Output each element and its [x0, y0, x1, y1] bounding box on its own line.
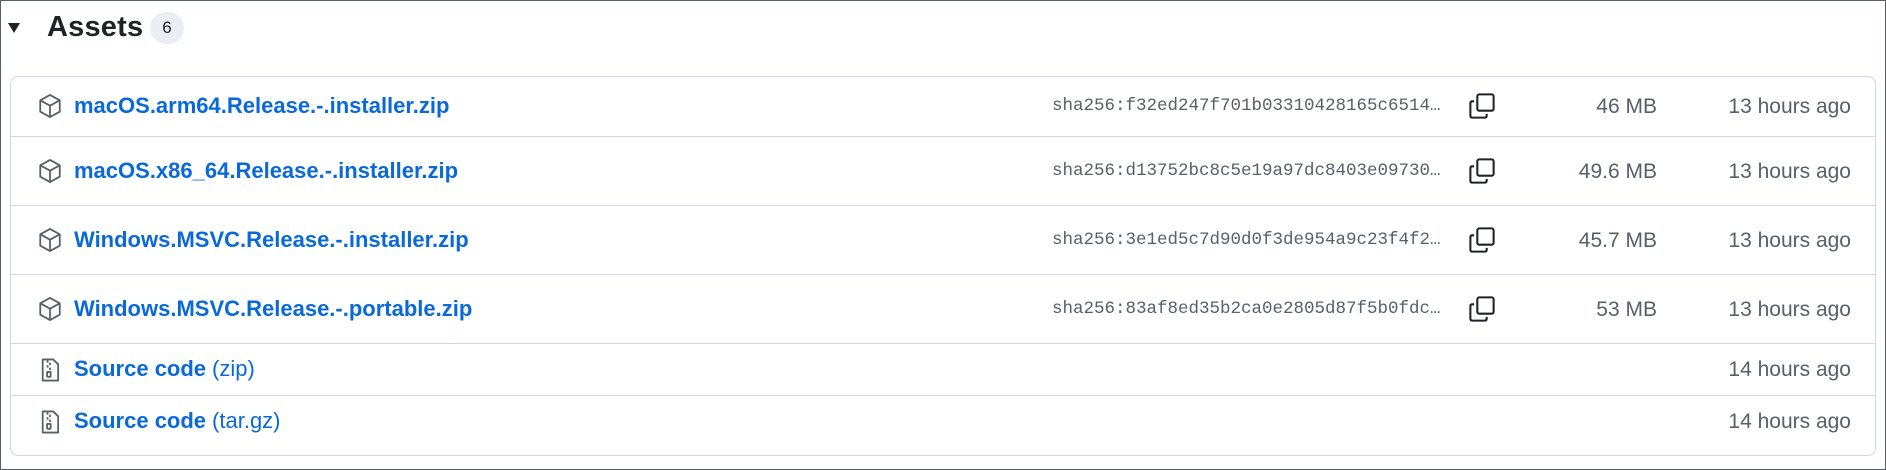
asset-download-link[interactable]: Windows.MSVC.Release.-.installer.zip — [74, 227, 469, 253]
assets-panel: Assets 6 macOS.arm64.Release.-.installer… — [0, 0, 1886, 470]
copy-icon[interactable] — [1467, 225, 1497, 255]
copy-icon[interactable] — [1467, 91, 1497, 121]
asset-row: macOS.x86_64.Release.-.installer.zip sha… — [11, 136, 1875, 205]
asset-download-link[interactable]: macOS.arm64.Release.-.installer.zip — [74, 93, 449, 119]
source-timestamp: 14 hours ago — [1728, 410, 1851, 433]
asset-sha256: sha256:3e1ed5c7d90d0f3de954a9c23f4f2… — [1052, 230, 1441, 250]
assets-count-badge: 6 — [150, 12, 184, 44]
source-code-download-link[interactable]: Source code (zip) — [74, 356, 255, 382]
package-icon — [37, 93, 63, 119]
source-code-label: Source code — [74, 408, 207, 433]
asset-size: 46 MB — [1596, 95, 1657, 118]
source-code-row: Source code (zip) 14 hours ago — [11, 343, 1875, 395]
source-format-label: (tar.gz) — [212, 408, 281, 433]
package-icon — [37, 158, 63, 184]
asset-row: Windows.MSVC.Release.-.installer.zip sha… — [11, 205, 1875, 274]
source-code-row: Source code (tar.gz) 14 hours ago — [11, 395, 1875, 455]
asset-sha256: sha256:83af8ed35b2ca0e2805d87f5b0fdc… — [1052, 299, 1441, 319]
asset-download-link[interactable]: Windows.MSVC.Release.-.portable.zip — [74, 296, 472, 322]
copy-icon[interactable] — [1467, 156, 1497, 186]
asset-sha256: sha256:d13752bc8c5e19a97dc8403e09730… — [1052, 161, 1441, 181]
asset-timestamp: 13 hours ago — [1728, 95, 1851, 118]
asset-row: macOS.arm64.Release.-.installer.zip sha2… — [11, 77, 1875, 136]
collapse-caret-icon[interactable] — [8, 23, 20, 33]
package-icon — [37, 296, 63, 322]
asset-size: 45.7 MB — [1578, 229, 1657, 252]
file-zip-icon — [37, 409, 63, 435]
source-code-download-link[interactable]: Source code (tar.gz) — [74, 408, 281, 434]
copy-icon[interactable] — [1467, 294, 1497, 324]
package-icon — [37, 227, 63, 253]
asset-timestamp: 13 hours ago — [1728, 298, 1851, 321]
asset-size: 53 MB — [1596, 298, 1657, 321]
source-format-label: (zip) — [212, 356, 255, 381]
file-zip-icon — [37, 357, 63, 383]
asset-timestamp: 13 hours ago — [1728, 229, 1851, 252]
asset-row: Windows.MSVC.Release.-.portable.zip sha2… — [11, 274, 1875, 343]
asset-download-link[interactable]: macOS.x86_64.Release.-.installer.zip — [74, 158, 458, 184]
source-timestamp: 14 hours ago — [1728, 358, 1851, 381]
asset-size: 49.6 MB — [1578, 160, 1657, 183]
assets-header: Assets 6 — [1, 1, 1885, 61]
asset-sha256: sha256:f32ed247f701b03310428165c6514… — [1052, 96, 1441, 116]
assets-list: macOS.arm64.Release.-.installer.zip sha2… — [10, 76, 1876, 456]
asset-timestamp: 13 hours ago — [1728, 160, 1851, 183]
assets-title: Assets — [47, 11, 144, 43]
source-code-label: Source code — [74, 356, 207, 381]
